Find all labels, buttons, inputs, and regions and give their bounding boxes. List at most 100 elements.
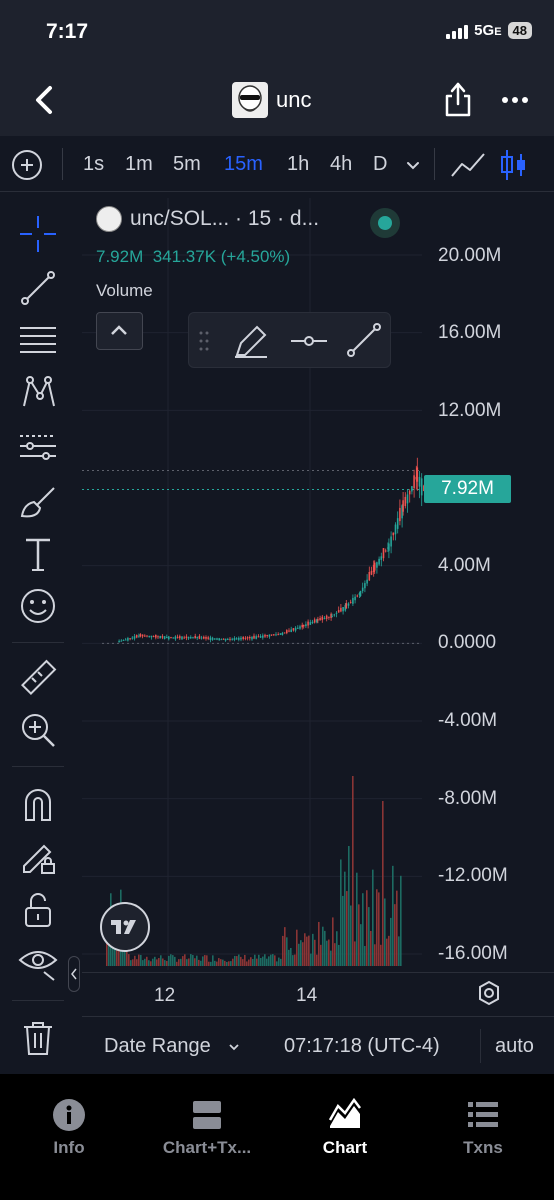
- volume-bar: [352, 776, 354, 966]
- volume-bar: [288, 949, 290, 966]
- volume-bar: [284, 927, 286, 966]
- tab-info[interactable]: Info: [0, 1098, 138, 1158]
- volume-bar: [384, 898, 386, 966]
- legend-title[interactable]: unc/SOL... · 15 · d...: [130, 207, 319, 231]
- candle-body: [246, 637, 249, 639]
- horizontal-line-icon[interactable]: [289, 327, 329, 355]
- volume-bar: [314, 939, 316, 966]
- tab-txns[interactable]: Txns: [414, 1098, 552, 1158]
- add-indicator-icon[interactable]: [12, 150, 42, 180]
- magnet-icon[interactable]: [18, 784, 58, 824]
- candle-body: [200, 637, 203, 639]
- token-avatar: [232, 82, 268, 118]
- trash-icon[interactable]: [18, 1018, 58, 1058]
- timeframe-5m[interactable]: 5m: [173, 153, 201, 176]
- candle-body: [144, 635, 146, 637]
- timeframe-d[interactable]: D: [373, 153, 387, 176]
- volume-bar: [226, 961, 228, 966]
- candle-body: [194, 635, 196, 639]
- timeframe-1m[interactable]: 1m: [125, 153, 153, 176]
- tradingview-logo[interactable]: [100, 902, 150, 952]
- volume-bar: [160, 955, 162, 966]
- candle-body: [264, 634, 266, 637]
- timeframe-15m[interactable]: 15m: [224, 153, 263, 176]
- volume-bar: [172, 955, 174, 966]
- volume-bar: [264, 954, 266, 966]
- auto-scale-button[interactable]: auto: [495, 1035, 534, 1058]
- volume-bar: [140, 954, 142, 966]
- line-chart-icon[interactable]: [450, 150, 486, 180]
- candle-body: [399, 507, 401, 522]
- unlock-icon[interactable]: [18, 890, 58, 930]
- y-axis-label: -4.00M: [438, 710, 498, 731]
- text-icon[interactable]: [18, 534, 58, 574]
- candle-body: [305, 624, 307, 627]
- volume-bar: [372, 869, 374, 966]
- y-axis-label: 0.0000: [438, 632, 497, 653]
- candle-body: [279, 633, 282, 635]
- highlighter-icon[interactable]: [231, 323, 271, 359]
- trend-line-icon[interactable]: [345, 321, 383, 359]
- chart-settings-icon[interactable]: [476, 980, 502, 1006]
- status-indicators: 5GE 48: [446, 22, 532, 39]
- tab-chart[interactable]: Chart: [276, 1098, 414, 1158]
- volume-bar: [156, 959, 158, 966]
- chevron-down-icon[interactable]: [228, 1041, 240, 1053]
- y-axis-label: 12.00M: [438, 400, 502, 421]
- candle-body: [411, 486, 413, 492]
- date-range-button[interactable]: Date Range: [104, 1035, 211, 1058]
- volume-bar: [214, 960, 216, 966]
- forecast-icon[interactable]: [18, 426, 58, 466]
- eye-icon[interactable]: [18, 942, 58, 982]
- candlestick-icon[interactable]: [498, 148, 528, 182]
- volume-bar: [216, 961, 218, 966]
- timeframe-1h[interactable]: 1h: [287, 153, 309, 176]
- volume-bar: [356, 872, 358, 966]
- volume-bar: [386, 938, 388, 966]
- candle-body: [233, 638, 236, 641]
- candle-body: [328, 616, 330, 618]
- volume-bar: [244, 954, 246, 966]
- volume-bar: [380, 944, 382, 966]
- emoji-icon[interactable]: [18, 586, 58, 626]
- back-icon[interactable]: [30, 82, 62, 118]
- candle-body: [370, 570, 373, 575]
- trend-line-icon[interactable]: [18, 268, 58, 308]
- candle-body: [146, 635, 148, 637]
- chevron-down-icon[interactable]: [404, 156, 422, 174]
- share-icon[interactable]: [442, 80, 474, 118]
- volume-bar: [132, 959, 134, 966]
- volume-bar: [362, 893, 364, 966]
- legend-change: 341.37K (+4.50%): [152, 247, 291, 266]
- candle-body: [249, 636, 251, 639]
- timezone-clock[interactable]: 07:17:18 (UTC-4): [284, 1035, 440, 1058]
- volume-bar: [210, 961, 212, 966]
- drag-handle-icon[interactable]: [197, 329, 211, 353]
- volume-bar: [312, 933, 314, 966]
- volume-bar: [336, 931, 338, 966]
- candle-body: [349, 601, 352, 603]
- ruler-icon[interactable]: [18, 658, 58, 698]
- pattern-icon[interactable]: [18, 372, 58, 412]
- lock-drawing-icon[interactable]: [18, 836, 58, 876]
- volume-bar: [218, 958, 220, 966]
- info-icon: [53, 1099, 85, 1131]
- volume-bar: [366, 890, 368, 966]
- more-icon[interactable]: [500, 90, 530, 110]
- volume-bar: [374, 944, 376, 966]
- timeframe-4h[interactable]: 4h: [330, 153, 352, 176]
- volume-bar: [192, 955, 194, 966]
- candle-body: [135, 634, 138, 638]
- fib-lines-icon[interactable]: [18, 320, 58, 360]
- volume-bar: [228, 961, 230, 966]
- legend-collapse-button[interactable]: [96, 312, 143, 350]
- volume-bar: [256, 958, 258, 966]
- volume-bar: [272, 954, 274, 966]
- sidebar-collapse-handle[interactable]: [68, 956, 80, 992]
- zoom-in-icon[interactable]: [18, 710, 58, 750]
- brush-icon[interactable]: [18, 482, 58, 522]
- timeframe-1s[interactable]: 1s: [83, 153, 104, 176]
- tab-chart-tx[interactable]: Chart+Tx...: [138, 1098, 276, 1158]
- volume-bar: [130, 960, 132, 966]
- crosshair-icon[interactable]: [18, 214, 58, 254]
